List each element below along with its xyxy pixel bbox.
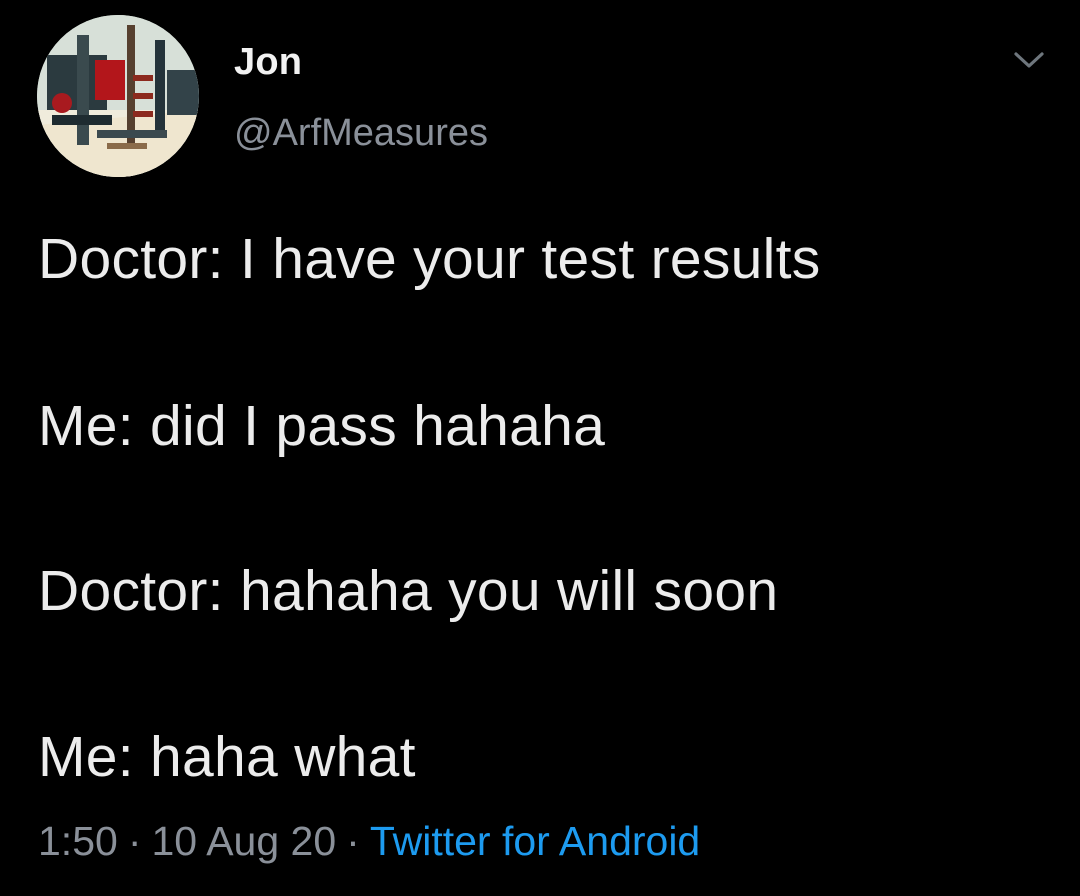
avatar[interactable] (37, 15, 199, 177)
author-handle[interactable]: @ArfMeasures (234, 112, 488, 155)
author-display-name[interactable]: Jon (234, 41, 302, 84)
tweet: Jon @ArfMeasures Doctor: I have your tes… (0, 0, 1080, 896)
meta-separator: · (346, 818, 360, 864)
tweet-text-line: Me: haha what (38, 725, 416, 789)
chevron-down-icon[interactable] (1011, 45, 1047, 75)
meta-separator: · (127, 818, 142, 864)
tweet-source-link[interactable]: Twitter for Android (370, 818, 700, 864)
tweet-text-line: Doctor: I have your test results (38, 227, 821, 291)
tweet-text-line: Doctor: hahaha you will soon (38, 559, 779, 623)
avatar-image (37, 15, 199, 177)
tweet-text-line: Me: did I pass hahaha (38, 394, 606, 458)
tweet-metadata: 1:50 · 10 Aug 20 · Twitter for Android (38, 818, 700, 865)
tweet-date[interactable]: 10 Aug 20 (151, 818, 336, 864)
tweet-header: Jon @ArfMeasures (37, 15, 1047, 180)
tweet-time[interactable]: 1:50 (38, 818, 118, 864)
